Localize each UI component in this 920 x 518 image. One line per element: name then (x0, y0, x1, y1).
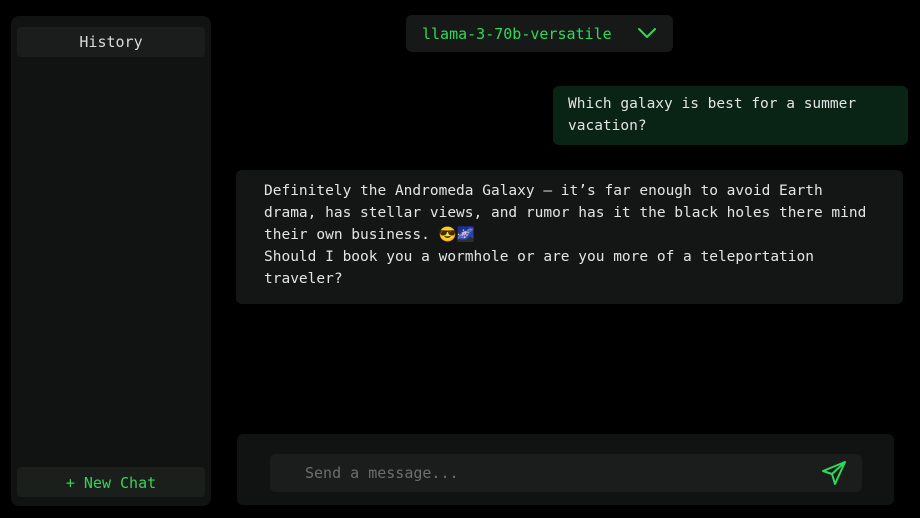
message-composer (237, 434, 894, 505)
history-header: History (17, 27, 205, 57)
assistant-message-question: Should I book you a wormhole or are you … (264, 249, 814, 287)
assistant-message: Definitely the Andromeda Galaxy — it’s f… (236, 170, 903, 304)
send-icon[interactable] (820, 459, 848, 487)
model-selector[interactable]: llama-3-70b-versatile (406, 15, 673, 52)
assistant-message-text: Definitely the Andromeda Galaxy — it’s f… (264, 183, 867, 243)
new-chat-button[interactable]: + New Chat (17, 467, 205, 497)
chat-app: History + New Chat llama-3-70b-versatile… (0, 0, 920, 518)
model-name: llama-3-70b-versatile (422, 24, 612, 43)
chevron-down-icon (638, 28, 656, 38)
message-input[interactable] (270, 454, 862, 492)
user-message: Which galaxy is best for a summer vacati… (553, 86, 908, 145)
sidebar: History + New Chat (11, 16, 211, 506)
